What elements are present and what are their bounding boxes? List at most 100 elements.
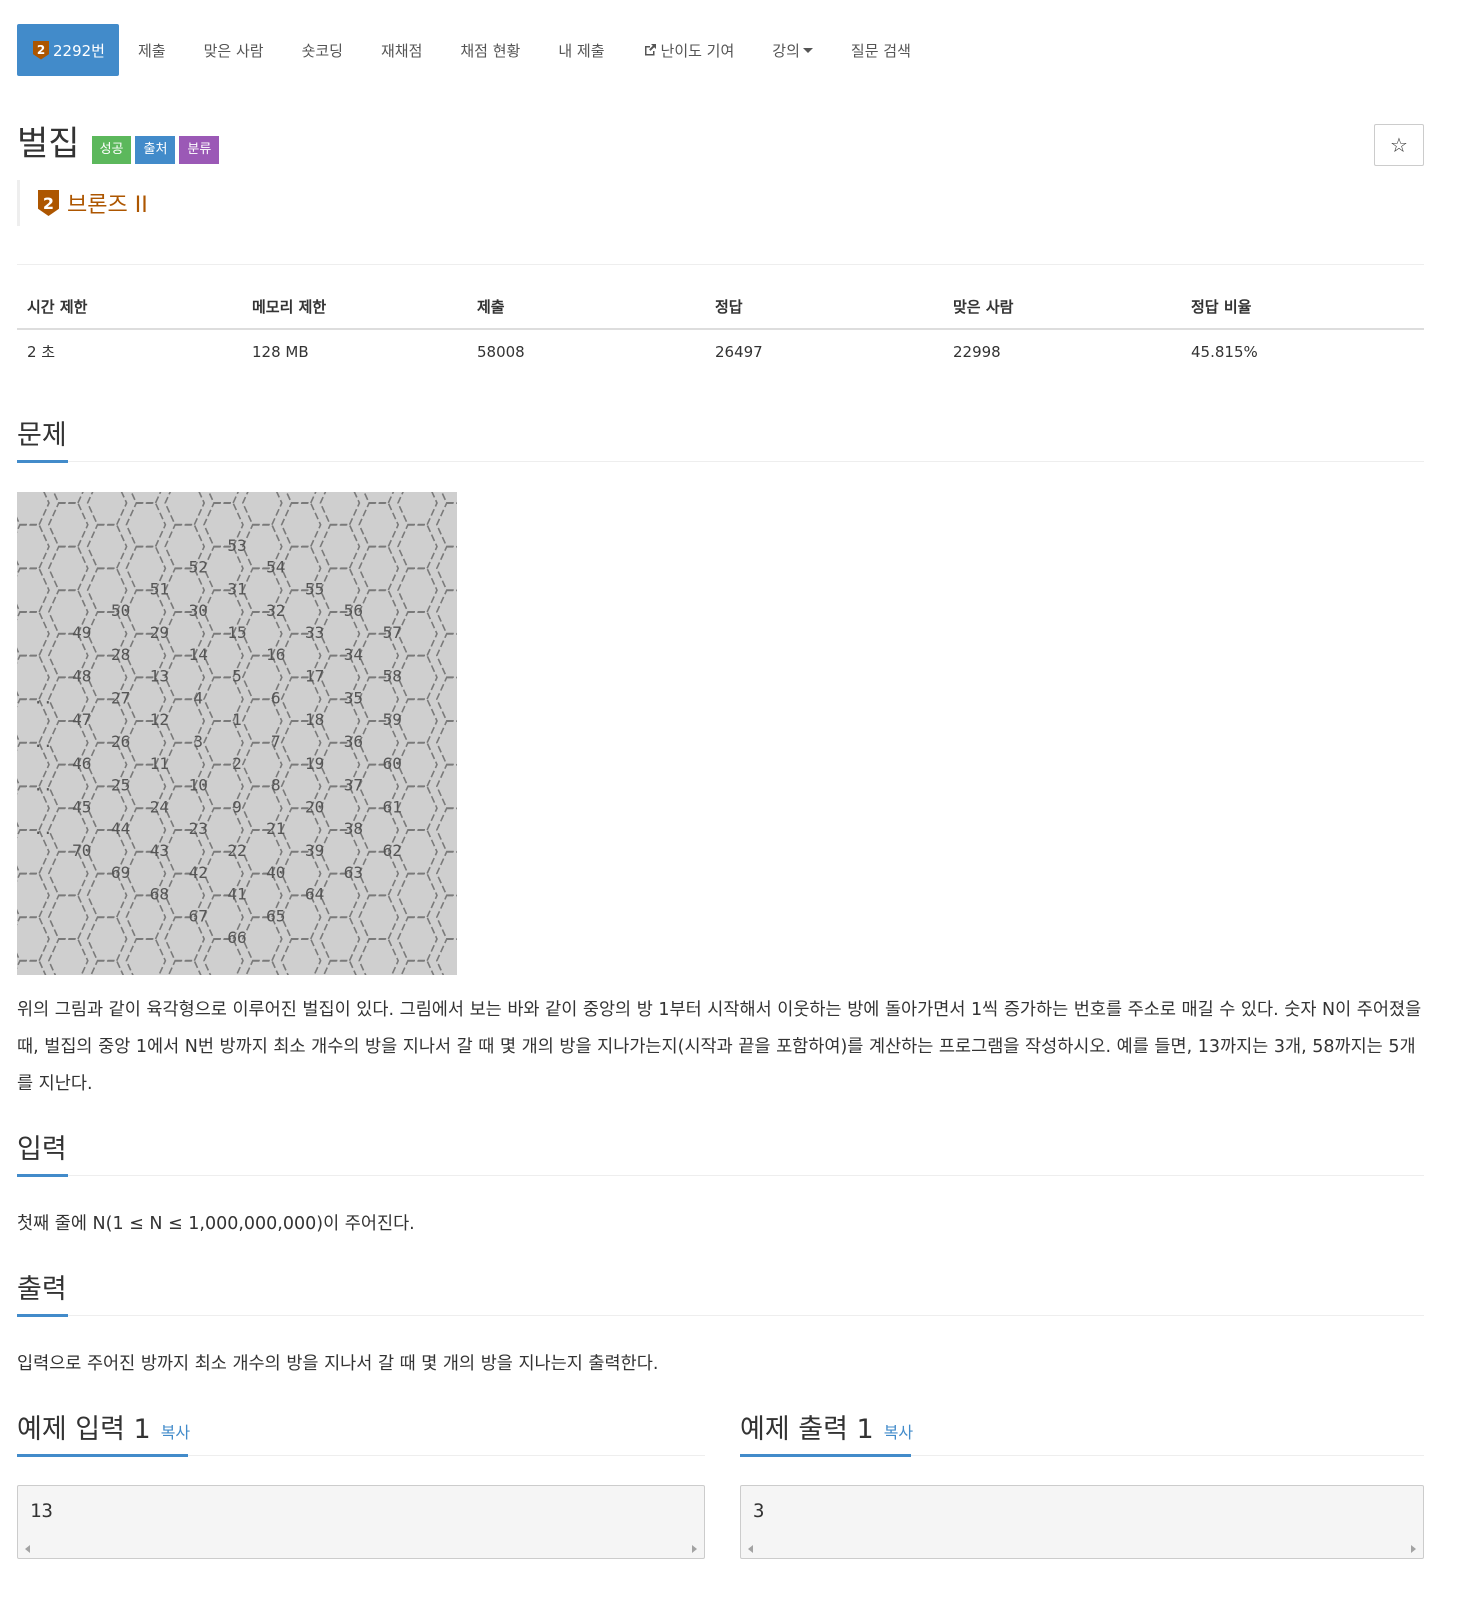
- horizontal-scrollbar[interactable]: [742, 1541, 1422, 1557]
- honeycomb-cell-number: 12: [150, 710, 169, 729]
- nav-accepted-users[interactable]: 맞은 사람: [185, 24, 283, 76]
- honeycomb-cell-number: 7: [271, 732, 281, 751]
- problem-nav: 2 2292번 제출 맞은 사람 숏코딩 재채점 채점 현황 내 제출 난이도 …: [17, 24, 930, 76]
- header-accept-ratio: 정답 비율: [1181, 285, 1424, 330]
- honeycomb-cell-number: 11: [150, 754, 169, 773]
- nav-rejudge[interactable]: 재채점: [362, 24, 441, 76]
- nav-short-coding[interactable]: 숏코딩: [283, 24, 362, 76]
- accept-ratio-value: 45.815%: [1191, 342, 1258, 361]
- accepted-users-value: 22998: [953, 342, 1001, 361]
- honeycomb-cell-number: 39: [305, 841, 324, 860]
- copy-output-button[interactable]: 복사: [884, 1415, 913, 1451]
- accepted-value: 26497: [715, 342, 763, 361]
- honeycomb-cell-number: 35: [344, 688, 363, 707]
- section-underline: [17, 1314, 68, 1317]
- scroll-left-icon[interactable]: [25, 1545, 30, 1553]
- header-submissions: 제출: [467, 285, 705, 330]
- honeycomb-cell-number: 29: [150, 623, 169, 642]
- honeycomb-cell-number: 66: [227, 928, 246, 947]
- honeycomb-cell-number: 24: [150, 797, 169, 816]
- caret-down-icon: [802, 47, 813, 53]
- divider: [17, 264, 1424, 265]
- nav-label: 질문 검색: [850, 41, 911, 60]
- nav-my-submissions[interactable]: 내 제출: [539, 24, 623, 76]
- sample-output-box[interactable]: 3: [740, 1485, 1424, 1559]
- honeycomb-cell-number: 50: [111, 601, 130, 620]
- honeycomb-cell-number: 54: [266, 558, 285, 577]
- honeycomb-cell-number: 38: [344, 819, 363, 838]
- memory-limit-value: 128 MB: [252, 342, 309, 361]
- table-row: 2 초 128 MB 58008 26497 22998 45.815%: [17, 329, 1424, 373]
- header-accepted: 정답: [705, 285, 943, 330]
- honeycomb-cell-number: 13: [150, 667, 169, 686]
- honeycomb-cell-number: 69: [111, 863, 130, 882]
- honeycomb-cell-number: 17: [305, 667, 324, 686]
- honeycomb-cell-number: 14: [189, 645, 208, 664]
- honeycomb-cell-number: 55: [305, 579, 324, 598]
- honeycomb-cell-number: 20: [305, 797, 324, 816]
- tier-label[interactable]: 브론즈 II: [67, 187, 148, 219]
- nav-status[interactable]: 채점 현황: [441, 24, 539, 76]
- honeycomb-cell-number: 26: [111, 732, 130, 751]
- nav-lectures-dropdown[interactable]: 강의: [753, 24, 832, 76]
- honeycomb-cell-number: 37: [344, 776, 363, 795]
- honeycomb-cell-number: 23: [189, 819, 208, 838]
- honeycomb-cell-number: ..: [33, 732, 52, 751]
- nav-label: 내 제출: [558, 41, 605, 60]
- honeycomb-cell-number: 64: [305, 885, 324, 904]
- label-category[interactable]: 분류: [179, 136, 220, 164]
- nav-question-search[interactable]: 질문 검색: [832, 24, 930, 76]
- section-divider: [17, 461, 1424, 462]
- section-title-input: 입력: [17, 1134, 67, 1165]
- label-success[interactable]: 성공: [91, 136, 132, 164]
- section-divider: [17, 1175, 1424, 1176]
- honeycomb-cell-number: 30: [189, 601, 208, 620]
- nav-problem-number[interactable]: 2 2292번: [17, 24, 119, 76]
- honeycomb-cell-number: 10: [189, 776, 208, 795]
- section-underline: [17, 1454, 188, 1457]
- nav-label: 난이도 기여: [660, 41, 735, 60]
- honeycomb-cell-number: 5: [232, 667, 242, 686]
- honeycomb-cell-number: 40: [266, 863, 285, 882]
- honeycomb-cell-number: 2: [232, 754, 242, 773]
- honeycomb-cell-number: 21: [266, 819, 285, 838]
- bronze-tier-icon: 2: [33, 40, 49, 60]
- time-limit-value: 2 초: [27, 343, 56, 361]
- honeycomb-cell-number: 32: [266, 601, 285, 620]
- honeycomb-cell-number: ..: [33, 819, 52, 838]
- problem-info-table: 시간 제한 메모리 제한 제출 정답 맞은 사람 정답 비율 2 초 128 M…: [17, 285, 1424, 373]
- honeycomb-cell-number: 57: [383, 623, 402, 642]
- honeycomb-cell-number: 70: [72, 841, 91, 860]
- favorite-button[interactable]: ☆: [1374, 124, 1424, 166]
- section-underline: [740, 1454, 911, 1457]
- honeycomb-cell-number: 63: [344, 863, 363, 882]
- header-memory-limit: 메모리 제한: [242, 285, 467, 330]
- honeycomb-cell-number: ..: [33, 776, 52, 795]
- honeycomb-cell-number: 6: [271, 688, 281, 707]
- honeycomb-figure: 53 52 54 51 31 55 50 30 32 56 49 29 15 33 57 28 14 16 34 48…: [17, 492, 457, 975]
- scroll-right-icon[interactable]: [692, 1545, 697, 1553]
- copy-input-button[interactable]: 복사: [161, 1415, 190, 1451]
- honeycomb-cell-number: 60: [383, 754, 402, 773]
- honeycomb-cell-number: 48: [72, 667, 91, 686]
- honeycomb-cell-number: 16: [266, 645, 285, 664]
- nav-submit[interactable]: 제출: [119, 24, 185, 76]
- scroll-right-icon[interactable]: [1411, 1545, 1416, 1553]
- honeycomb-cell-number: 58: [383, 667, 402, 686]
- nav-difficulty-contribution[interactable]: 난이도 기여: [624, 24, 754, 76]
- honeycomb-cell-number: 31: [227, 579, 246, 598]
- sample-input-header: 예제 입력 1 복사: [17, 1412, 190, 1451]
- section-underline: [17, 460, 68, 463]
- honeycomb-cell-number: 52: [189, 558, 208, 577]
- honeycomb-cell-number: 36: [344, 732, 363, 751]
- honeycomb-cell-number: 49: [72, 623, 91, 642]
- section-underline: [17, 1174, 68, 1177]
- sample-input-title: 예제 입력 1: [17, 1414, 151, 1445]
- horizontal-scrollbar[interactable]: [19, 1541, 703, 1557]
- sample-input-box[interactable]: 13: [17, 1485, 705, 1559]
- label-source[interactable]: 출처: [135, 136, 176, 164]
- scroll-left-icon[interactable]: [748, 1545, 753, 1553]
- honeycomb-cell-number: 45: [72, 797, 91, 816]
- section-title-problem: 문제: [17, 420, 67, 451]
- nav-label: 맞은 사람: [203, 41, 264, 60]
